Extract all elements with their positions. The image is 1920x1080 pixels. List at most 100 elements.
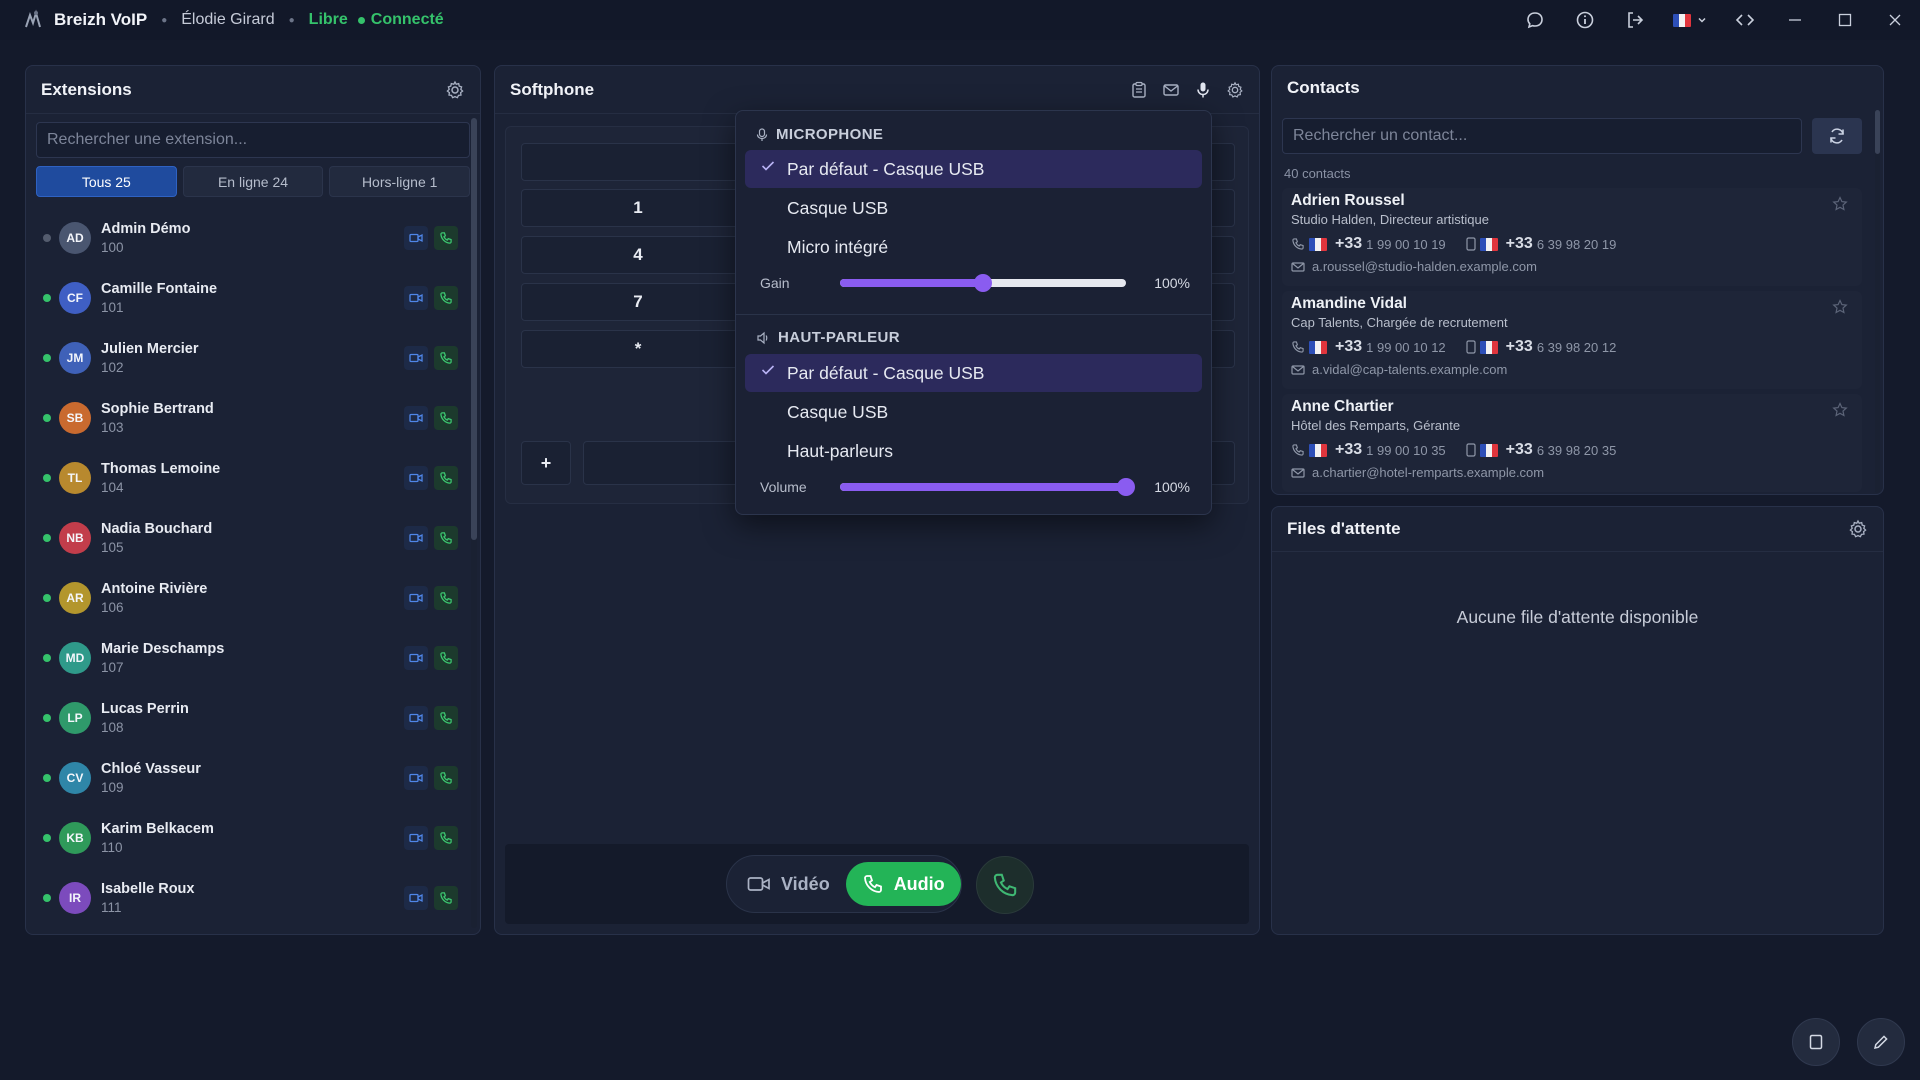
key-7[interactable]: 7	[521, 283, 755, 321]
close-button[interactable]	[1870, 0, 1920, 40]
audio-call-button[interactable]	[434, 466, 458, 490]
mobile-icon	[1466, 340, 1476, 354]
scrollbar-thumb[interactable]	[471, 118, 477, 540]
gain-slider[interactable]	[840, 274, 1126, 292]
video-call-button[interactable]	[404, 286, 428, 310]
video-call-button[interactable]	[404, 886, 428, 910]
contact-phone[interactable]: +33 1 99 00 10 12	[1291, 338, 1446, 356]
call-button[interactable]	[976, 856, 1034, 914]
contact-phone[interactable]: +33 1 99 00 10 35	[1291, 441, 1446, 459]
softphone-settings-button[interactable]	[1226, 81, 1244, 99]
video-call-button[interactable]	[404, 646, 428, 670]
video-call-button[interactable]	[404, 226, 428, 250]
contact-email[interactable]: a.vidal@cap-talents.example.com	[1291, 362, 1853, 377]
contact-mobile[interactable]: +33 6 39 98 20 19	[1466, 235, 1616, 253]
audio-call-button[interactable]	[434, 586, 458, 610]
mic-option-builtin[interactable]: Micro intégré	[745, 228, 1202, 266]
extension-scrollbar[interactable]	[471, 118, 477, 928]
contact-mobile[interactable]: +33 6 39 98 20 12	[1466, 338, 1616, 356]
contact-phone[interactable]: +33 1 99 00 10 19	[1291, 235, 1446, 253]
contact-scrollbar[interactable]	[1875, 110, 1880, 493]
video-call-button[interactable]	[404, 766, 428, 790]
audio-call-button[interactable]	[434, 226, 458, 250]
gain-slider-knob[interactable]	[974, 274, 992, 292]
logout-button[interactable]	[1610, 0, 1660, 40]
minimize-button[interactable]	[1770, 0, 1820, 40]
extension-row[interactable]: IR Isabelle Roux 111	[26, 868, 466, 928]
contact-card[interactable]: Adrien Roussel Studio Halden, Directeur …	[1282, 188, 1862, 286]
volume-slider-knob[interactable]	[1117, 478, 1135, 496]
extension-row[interactable]: AD Admin Démo 100	[26, 208, 466, 268]
audio-call-button[interactable]	[434, 646, 458, 670]
plus-button[interactable]: +	[521, 441, 571, 485]
layout-toggle-button[interactable]	[1792, 1018, 1840, 1066]
voicemail-button[interactable]	[1162, 81, 1180, 99]
contact-email[interactable]: a.chartier@hotel-remparts.example.com	[1291, 465, 1853, 480]
extensions-settings-button[interactable]	[445, 80, 465, 100]
video-call-button[interactable]	[404, 466, 428, 490]
volume-slider[interactable]	[840, 478, 1135, 496]
devtools-button[interactable]	[1720, 0, 1770, 40]
audio-call-button[interactable]	[434, 706, 458, 730]
favorite-star-icon[interactable]	[1832, 196, 1848, 212]
extension-row[interactable]: CV Chloé Vasseur 109	[26, 748, 466, 808]
audio-call-button[interactable]	[434, 406, 458, 430]
extension-row[interactable]: AR Antoine Rivière 106	[26, 568, 466, 628]
mic-option-usb-headset[interactable]: Casque USB	[745, 189, 1202, 227]
queues-settings-button[interactable]	[1848, 519, 1868, 539]
extension-row[interactable]: MD Marie Deschamps 107	[26, 628, 466, 688]
tab-online[interactable]: En ligne 24	[182, 166, 324, 197]
key-star[interactable]: *	[521, 330, 755, 368]
key-1[interactable]: 1	[521, 189, 755, 227]
video-call-button[interactable]	[404, 526, 428, 550]
tab-all[interactable]: Tous 25	[36, 166, 177, 197]
user-status[interactable]: Libre	[309, 11, 348, 29]
audio-call-button[interactable]	[434, 346, 458, 370]
audio-call-button[interactable]	[434, 766, 458, 790]
refresh-contacts-button[interactable]	[1812, 118, 1862, 154]
extension-row[interactable]: KB Karim Belkacem 110	[26, 808, 466, 868]
call-history-button[interactable]	[1130, 81, 1148, 99]
video-mode-button[interactable]: Vidéo	[733, 874, 844, 895]
edit-button[interactable]	[1857, 1018, 1905, 1066]
info-button[interactable]	[1560, 0, 1610, 40]
contact-card[interactable]: Anne Chartier Hôtel des Remparts, Gérant…	[1282, 394, 1862, 492]
audio-call-button[interactable]	[434, 826, 458, 850]
video-call-button[interactable]	[404, 706, 428, 730]
contact-card[interactable]: Amandine Vidal Cap Talents, Chargée de r…	[1282, 291, 1862, 389]
speaker-option-speakers[interactable]: Haut-parleurs	[745, 432, 1202, 470]
maximize-button[interactable]	[1820, 0, 1870, 40]
extension-row[interactable]: NB Nadia Bouchard 105	[26, 508, 466, 568]
scrollbar-thumb[interactable]	[1875, 110, 1880, 154]
video-call-button[interactable]	[404, 826, 428, 850]
audio-call-button[interactable]	[434, 286, 458, 310]
mic-option-default[interactable]: Par défaut - Casque USB	[745, 150, 1202, 188]
video-call-button[interactable]	[404, 586, 428, 610]
favorite-star-icon[interactable]	[1832, 299, 1848, 315]
extension-row[interactable]: SB Sophie Bertrand 103	[26, 388, 466, 448]
phone-icon	[440, 352, 452, 364]
extension-row[interactable]: JM Julien Mercier 102	[26, 328, 466, 388]
favorite-star-icon[interactable]	[1832, 402, 1848, 418]
contact-email[interactable]: a.roussel@studio-halden.example.com	[1291, 259, 1853, 274]
extension-row[interactable]: CF Camille Fontaine 101	[26, 268, 466, 328]
avatar: TL	[59, 462, 91, 494]
speaker-option-usb-headset[interactable]: Casque USB	[745, 393, 1202, 431]
contact-search-input[interactable]	[1293, 127, 1791, 145]
video-call-button[interactable]	[404, 406, 428, 430]
contact-mobile[interactable]: +33 6 39 98 20 35	[1466, 441, 1616, 459]
video-call-button[interactable]	[404, 346, 428, 370]
audio-devices-button[interactable]	[1194, 81, 1212, 99]
extension-row[interactable]: LP Lucas Perrin 108	[26, 688, 466, 748]
speaker-option-default[interactable]: Par défaut - Casque USB	[745, 354, 1202, 392]
chat-button[interactable]	[1510, 0, 1560, 40]
audio-call-button[interactable]	[434, 526, 458, 550]
tab-offline[interactable]: Hors-ligne 1	[329, 166, 471, 197]
extension-search-input[interactable]	[47, 131, 459, 149]
extension-number: 103	[101, 420, 124, 435]
audio-call-button[interactable]	[434, 886, 458, 910]
audio-mode-button[interactable]: Audio	[845, 862, 961, 906]
extension-row[interactable]: TL Thomas Lemoine 104	[26, 448, 466, 508]
key-4[interactable]: 4	[521, 236, 755, 274]
language-selector[interactable]	[1660, 0, 1720, 40]
